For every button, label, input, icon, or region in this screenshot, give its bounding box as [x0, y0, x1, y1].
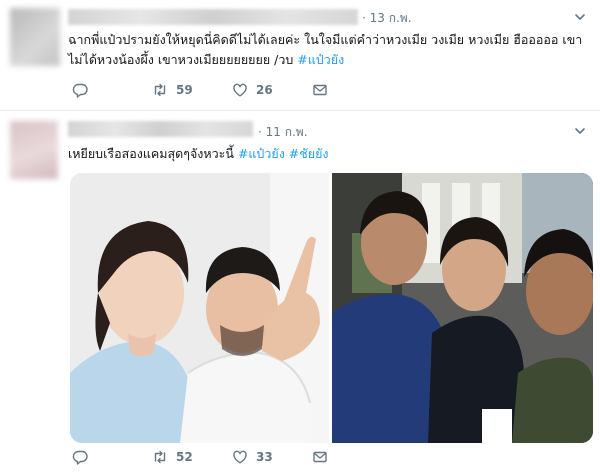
reply-icon	[72, 450, 88, 465]
reply-button[interactable]	[72, 449, 152, 465]
avatar[interactable]	[10, 8, 60, 66]
reply-icon	[72, 83, 88, 98]
tweet[interactable]: · 13 ก.พ. ฉากพี่แป๋วปรามยังให้หยุดนี่คิด…	[0, 0, 600, 111]
tweet-text-body: เหยียบเรือสองแคมสุดๆจังหวะนี้	[68, 146, 234, 161]
retweet-icon	[154, 83, 166, 97]
like-button[interactable]: 33	[232, 449, 312, 465]
direct-message-button[interactable]	[312, 449, 328, 465]
tweet-photo[interactable]	[332, 173, 593, 443]
retweet-button[interactable]: 59	[152, 82, 232, 98]
chevron-down-icon[interactable]	[574, 11, 586, 23]
tweet-timestamp[interactable]: · 13 ก.พ.	[362, 9, 412, 28]
author-name-redacted	[68, 9, 358, 25]
tweet-text: ฉากพี่แป๋วปรามยังให้หยุดนี่คิดดีไม่ได้เล…	[68, 30, 588, 70]
hashtag-link[interactable]: #ชัยยัง	[289, 146, 329, 161]
like-count: 33	[256, 450, 273, 464]
tweet-actions: 52 33	[72, 447, 328, 467]
heart-icon	[233, 450, 247, 464]
photo-selfie-three-men	[332, 173, 593, 443]
photo-selfie-two-men	[70, 173, 329, 443]
tweet-feed: · 13 ก.พ. ฉากพี่แป๋วปรามยังให้หยุดนี่คิด…	[0, 0, 600, 475]
tweet-media[interactable]	[70, 173, 593, 443]
envelope-icon	[313, 451, 327, 463]
like-count: 26	[256, 83, 273, 97]
chevron-down-icon[interactable]	[574, 125, 586, 137]
author-name-redacted	[68, 121, 253, 137]
direct-message-button[interactable]	[312, 82, 328, 98]
retweet-count: 59	[176, 83, 193, 97]
reply-button[interactable]	[72, 82, 152, 98]
retweet-icon	[154, 450, 166, 464]
envelope-icon	[313, 84, 327, 96]
tweet-timestamp[interactable]: · 11 ก.พ.	[258, 123, 308, 142]
hashtag-link[interactable]: #แป๋วยัง	[238, 146, 285, 161]
tweet[interactable]: · 11 ก.พ. เหยียบเรือสองแคมสุดๆจังหวะนี้ …	[0, 111, 600, 475]
retweet-button[interactable]: 52	[152, 449, 232, 465]
hashtag-link[interactable]: #แป๋วยัง	[297, 52, 344, 67]
tweet-photo[interactable]	[70, 173, 329, 443]
retweet-count: 52	[176, 450, 193, 464]
tweet-text: เหยียบเรือสองแคมสุดๆจังหวะนี้ #แป๋วยัง #…	[68, 144, 588, 164]
tweet-actions: 59 26	[72, 80, 328, 100]
avatar[interactable]	[10, 121, 58, 179]
like-button[interactable]: 26	[232, 82, 312, 98]
heart-icon	[233, 83, 247, 97]
